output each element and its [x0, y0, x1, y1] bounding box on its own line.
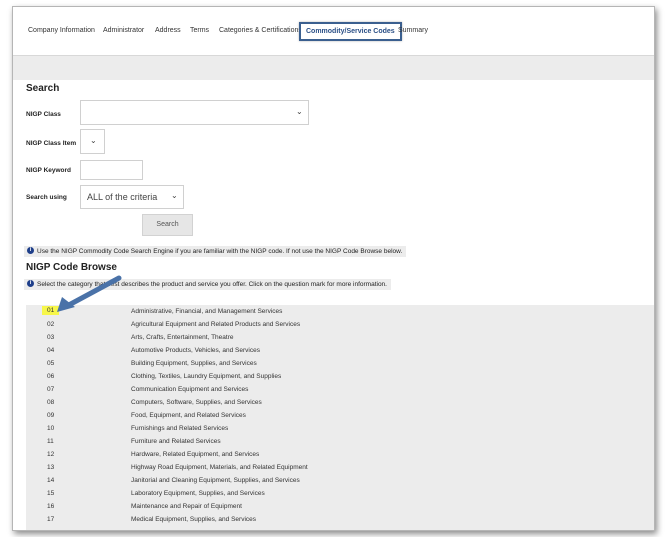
list-item[interactable]: 06 Clothing, Textiles, Laundry Equipment,… [26, 370, 654, 383]
nigp-description: Clothing, Textiles, Laundry Equipment, a… [131, 373, 282, 380]
nigp-code: 15 [47, 490, 55, 497]
tab-summary[interactable]: Summary [398, 27, 428, 34]
info-banner-text: Use the NIGP Commodity Code Search Engin… [37, 248, 403, 255]
list-item[interactable]: 16 Maintenance and Repair of Equipment [26, 500, 654, 513]
nigp-keyword-input[interactable] [80, 160, 143, 180]
nigp-description: Furnishings and Related Services [131, 425, 229, 432]
nigp-description: Communication Equipment and Services [131, 386, 249, 393]
nigp-class-item-select[interactable]: ⌄ [80, 129, 105, 154]
nigp-code: 04 [47, 347, 55, 354]
nigp-description: Maintenance and Repair of Equipment [131, 503, 242, 510]
nigp-description: Medical Equipment, Supplies, and Service… [131, 516, 257, 523]
list-item[interactable]: 04 Automotive Products, Vehicles, and Ser… [26, 344, 654, 357]
list-item[interactable]: 09 Food, Equipment, and Related Services [26, 409, 654, 422]
nigp-description: Building Equipment, Supplies, and Servic… [131, 360, 257, 367]
nigp-code: 08 [47, 399, 55, 406]
nigp-description: Highway Road Equipment, Materials, and R… [131, 464, 308, 471]
nigp-code: 17 [47, 516, 55, 523]
chevron-down-icon: ⌄ [90, 136, 97, 145]
nigp-code-list: 01 Administrative, Financial, and Managem… [26, 305, 654, 530]
header-band [13, 56, 654, 80]
search-using-label: Search using [26, 194, 67, 201]
nigp-code: 10 [47, 425, 55, 432]
info-banner-browse-text: Select the category that best describes … [37, 281, 387, 288]
nigp-description: Arts, Crafts, Entertainment, Theatre [131, 334, 234, 341]
search-button[interactable]: Search [142, 214, 193, 236]
list-item[interactable]: 08 Computers, Software, Supplies, and Ser… [26, 396, 654, 409]
list-item[interactable]: 02 Agricultural Equipment and Related Pro… [26, 318, 654, 331]
nigp-description: Janitorial and Cleaning Equipment, Suppl… [131, 477, 300, 484]
nigp-description: Furniture and Related Services [131, 438, 221, 445]
nigp-code: 09 [47, 412, 55, 419]
search-using-value: ALL of the criteria [87, 192, 158, 202]
nigp-code: 05 [47, 360, 55, 367]
nigp-code: 06 [47, 373, 55, 380]
nigp-code: 07 [47, 386, 55, 393]
nigp-description: Laboratory Equipment, Supplies, and Serv… [131, 490, 265, 497]
list-item[interactable]: 13 Highway Road Equipment, Materials, and… [26, 461, 654, 474]
chevron-down-icon: ⌄ [171, 191, 178, 200]
list-item[interactable]: 01 Administrative, Financial, and Managem… [26, 305, 654, 318]
nigp-code: 01 [42, 306, 60, 315]
list-item[interactable]: 15 Laboratory Equipment, Supplies, and Se… [26, 487, 654, 500]
tab-administrator[interactable]: Administrator [103, 27, 144, 34]
nigp-description: Hardware, Related Equipment, and Service… [131, 451, 260, 458]
search-heading: Search [26, 83, 60, 94]
list-item[interactable]: 12 Hardware, Related Equipment, and Servi… [26, 448, 654, 461]
list-item[interactable]: 10 Furnishings and Related Services [26, 422, 654, 435]
list-item[interactable]: 17 Medical Equipment, Supplies, and Servi… [26, 513, 654, 526]
nigp-keyword-label: NIGP Keyword [26, 167, 72, 174]
nigp-class-label: NIGP Class [26, 111, 61, 118]
nigp-code: 12 [47, 451, 55, 458]
list-item[interactable]: 05 Building Equipment, Supplies, and Serv… [26, 357, 654, 370]
tab-terms[interactable]: Terms [190, 27, 209, 34]
tab-commodity-service-codes[interactable]: Commodity/Service Codes [299, 22, 402, 41]
nigp-class-select[interactable]: ⌄ [80, 100, 309, 125]
tab-categories-certifications[interactable]: Categories & Certifications [219, 27, 302, 34]
search-using-select[interactable]: ALL of the criteria ⌄ [80, 185, 184, 209]
nigp-description: Administrative, Financial, and Managemen… [131, 308, 283, 315]
nigp-description: Automotive Products, Vehicles, and Servi… [131, 347, 260, 354]
info-banner-browse: i Select the category that best describes… [24, 279, 391, 290]
app-window: Company Information Administrator Addres… [12, 6, 655, 531]
nigp-code: 13 [47, 464, 55, 471]
nigp-code: 16 [47, 503, 55, 510]
list-item[interactable]: 14 Janitorial and Cleaning Equipment, Sup… [26, 474, 654, 487]
nigp-description: Agricultural Equipment and Related Produ… [131, 321, 301, 328]
nigp-code: 02 [47, 321, 55, 328]
list-item[interactable]: 03 Arts, Crafts, Entertainment, Theatre [26, 331, 654, 344]
chevron-down-icon: ⌄ [296, 107, 303, 116]
info-icon: i [27, 246, 34, 254]
info-banner-search: i Use the NIGP Commodity Code Search Engi… [24, 246, 407, 257]
nigp-description: Food, Equipment, and Related Services [131, 412, 246, 419]
nigp-code: 14 [47, 477, 55, 484]
tab-company-information[interactable]: Company Information [28, 27, 95, 34]
nigp-code-browse-heading: NIGP Code Browse [26, 262, 117, 273]
list-item[interactable]: 11 Furniture and Related Services [26, 435, 654, 448]
list-item[interactable]: 07 Communication Equipment and Services [26, 383, 654, 396]
nigp-code: 11 [47, 438, 54, 445]
tab-address[interactable]: Address [155, 27, 181, 34]
nigp-class-item-label: NIGP Class Item [26, 140, 77, 147]
tab-bar: Company Information Administrator Addres… [13, 7, 654, 55]
nigp-code: 03 [47, 334, 55, 341]
info-icon: i [27, 279, 34, 287]
nigp-description: Computers, Software, Supplies, and Servi… [131, 399, 262, 406]
